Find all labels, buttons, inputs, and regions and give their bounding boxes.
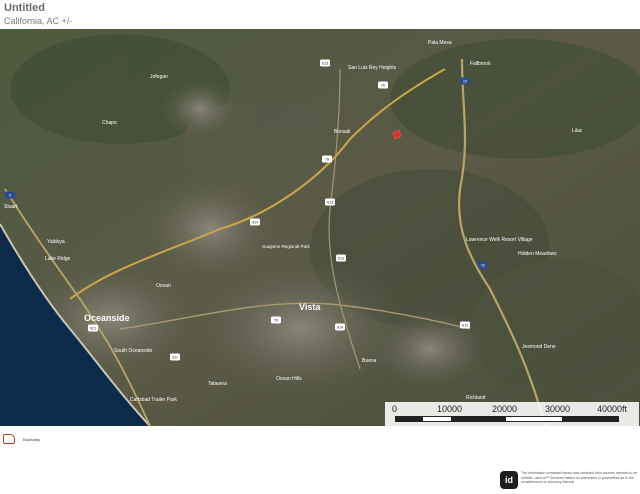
- map-canvas[interactable]: Oceanside Vista Fallbrook Bonsall San Lu…: [0, 29, 640, 426]
- svg-text:S13: S13: [327, 200, 333, 204]
- place-label-yaldoya: Yaldoya: [47, 239, 65, 245]
- scale-tick-label: 30000: [545, 404, 571, 414]
- svg-text:5: 5: [9, 193, 11, 197]
- scale-bar: 0 10000 20000 30000 40000ft: [385, 402, 639, 426]
- svg-text:S21: S21: [90, 326, 96, 330]
- scale-tick-label: 40000ft: [597, 404, 628, 414]
- place-label-chapo: Chapo: [102, 120, 117, 126]
- page-title: Untitled: [4, 2, 45, 14]
- place-label-south-oceanside: South Oceanside: [114, 348, 153, 354]
- place-label-fallbrook: Fallbrook: [470, 61, 491, 67]
- svg-text:S14: S14: [337, 325, 343, 329]
- place-label-lake-ridge: Lake Ridge: [45, 256, 71, 262]
- place-label-oceanside: Oceanside: [84, 313, 130, 323]
- scale-tick-label: 0: [392, 404, 398, 414]
- place-label-ocean-hills: Ocean Hills: [276, 376, 302, 382]
- svg-text:S11: S11: [172, 355, 178, 359]
- place-label-pala-mesa: Pala Mesa: [428, 40, 452, 46]
- scale-segment: [562, 417, 618, 421]
- place-label-bonsall: Bonsall: [334, 129, 350, 135]
- scale-segment: [396, 417, 423, 421]
- svg-text:78: 78: [274, 318, 278, 322]
- svg-text:15: 15: [463, 79, 467, 83]
- scale-track: [395, 416, 619, 422]
- place-label-guajome-park: Guajome Regional Park: [262, 244, 311, 249]
- scale-tick-label: 10000: [437, 404, 463, 414]
- place-label-talavera: Talavera: [208, 381, 227, 387]
- page-subtitle: California, AC +/-: [4, 16, 73, 26]
- map-legend: Boundary: [3, 434, 40, 444]
- svg-text:76: 76: [325, 157, 329, 161]
- scale-segment: [451, 417, 506, 421]
- place-label-carlsbad-trailer-park: Carlsbad Trailer Park: [130, 397, 177, 403]
- place-label-jesmond-dene: Jesmond Dene: [522, 344, 556, 350]
- place-label-buena: Buena: [362, 358, 377, 364]
- svg-text:76: 76: [381, 83, 385, 87]
- place-label-lawrence-welk: Lawrence Welk Resort Village: [466, 237, 533, 243]
- footer: id The information contained herein was …: [500, 471, 640, 489]
- place-label-stuart: Stuart: [4, 204, 18, 210]
- place-label-hidden-meadows: Hidden Meadows: [518, 251, 557, 257]
- disclaimer-text: The information contained herein was obt…: [521, 471, 638, 484]
- place-label-vista: Vista: [299, 302, 321, 312]
- svg-text:15: 15: [481, 263, 485, 267]
- legend-label: Boundary: [23, 436, 41, 442]
- map-header: Untitled California, AC +/-: [4, 2, 72, 26]
- place-label-richland: Richland: [466, 395, 486, 401]
- svg-text:S12: S12: [462, 323, 468, 327]
- scale-tick-label: 20000: [492, 404, 518, 414]
- place-label-lilac: Lilac: [572, 128, 583, 134]
- land-id-logo: id: [500, 471, 518, 489]
- svg-text:S14: S14: [252, 220, 258, 224]
- svg-text:S13: S13: [322, 61, 328, 65]
- svg-text:S13: S13: [338, 256, 344, 260]
- satellite-map[interactable]: Oceanside Vista Fallbrook Bonsall San Lu…: [0, 29, 640, 426]
- place-label-jofegan: Jofegan: [150, 74, 168, 80]
- boundary-legend-icon: [3, 434, 15, 444]
- place-label-san-luis-rey-heights: San Luis Rey Heights: [348, 65, 397, 71]
- place-label-ocean: Ocean: [156, 283, 171, 289]
